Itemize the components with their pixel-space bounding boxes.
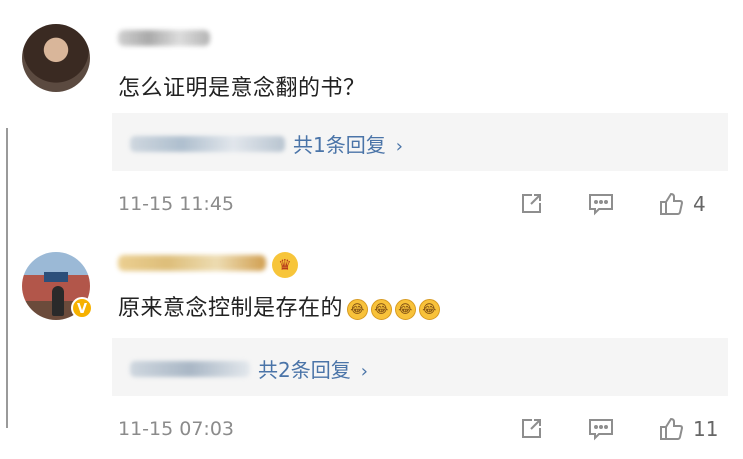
blurred-reply-names — [130, 361, 250, 377]
laughing-emoji: 😂 — [395, 299, 417, 320]
crown-badge-icon: ♛ — [272, 252, 298, 278]
like-icon[interactable] — [657, 190, 685, 218]
laughing-emoji: 😂 — [347, 299, 369, 320]
reply-count-label: 共1条回复 — [293, 133, 386, 157]
chevron-right-icon: › — [395, 136, 403, 157]
comment-text: 怎么证明是意念翻的书？ — [118, 76, 366, 101]
emoji-row: 😂 😂 😂 😂 — [347, 297, 443, 322]
reply-count-link[interactable]: 共1条回复 › — [293, 129, 403, 158]
comment-icon[interactable] — [587, 190, 615, 218]
blurred-reply-names — [130, 136, 285, 152]
comment-text: 原来意念控制是存在的 😂 😂 😂 😂 — [118, 290, 443, 322]
comment-text-body: 原来意念控制是存在的 — [118, 296, 344, 321]
blurred-username[interactable] — [118, 255, 266, 271]
like-count: 4 — [693, 192, 706, 216]
comment-icon[interactable] — [587, 415, 615, 443]
share-icon[interactable] — [517, 415, 545, 443]
reply-count-link[interactable]: 共2条回复 › — [258, 354, 368, 383]
comment-item: V ♛ 原来意念控制是存在的 😂 😂 😂 😂 共2条回复 › 11-15 07:03 11 — [0, 232, 743, 459]
timestamp: 11-15 11:45 — [118, 193, 235, 215]
reply-count-label: 共2条回复 — [258, 358, 351, 382]
laughing-emoji: 😂 — [371, 299, 393, 320]
like-icon[interactable] — [657, 415, 685, 443]
avatar-person — [52, 286, 64, 316]
share-icon[interactable] — [517, 190, 545, 218]
blurred-username[interactable] — [118, 30, 210, 46]
comment-actions: 11 — [517, 413, 721, 445]
comment-item: 怎么证明是意念翻的书？ 共1条回复 › 11-15 11:45 4 — [0, 0, 743, 232]
laughing-emoji: 😂 — [419, 299, 441, 320]
chevron-right-icon: › — [360, 361, 368, 382]
avatar-sign — [44, 272, 68, 282]
like-count: 11 — [693, 417, 719, 441]
verified-badge: V — [71, 297, 93, 319]
reply-preview[interactable]: 共2条回复 › — [112, 338, 728, 396]
timestamp: 11-15 07:03 — [118, 418, 235, 440]
reply-preview[interactable]: 共1条回复 › — [112, 113, 728, 171]
comment-actions: 4 — [517, 188, 721, 220]
avatar[interactable] — [22, 24, 90, 92]
